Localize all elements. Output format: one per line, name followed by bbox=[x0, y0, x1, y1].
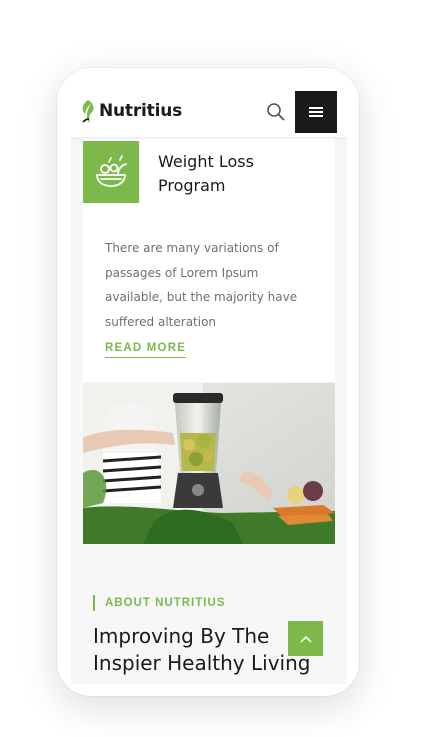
menu-button[interactable] bbox=[295, 91, 337, 133]
salad-bowl-icon bbox=[96, 155, 127, 187]
description-line: available, but the majority have bbox=[105, 290, 298, 304]
service-card-header: Weight Loss Program bbox=[83, 138, 335, 214]
service-card-body: There are many variations of passages of… bbox=[83, 214, 335, 382]
service-icon-box bbox=[83, 141, 139, 203]
about-section-label: ABOUT NUTRITIUS bbox=[93, 595, 225, 611]
description-line: passages of Lorem Ipsum bbox=[105, 265, 259, 280]
description-line: suffered alteration bbox=[105, 314, 217, 329]
search-icon[interactable] bbox=[266, 102, 286, 122]
read-more-link[interactable]: READ MORE bbox=[105, 342, 187, 358]
service-title-line: Program bbox=[158, 176, 226, 195]
service-description: There are many variations of passages of… bbox=[105, 236, 305, 334]
brand-name: Nutritius bbox=[99, 101, 183, 121]
mobile-screen: Nutritius Weight Loss Program There are … bbox=[71, 86, 347, 684]
service-title-line: Weight Loss bbox=[158, 152, 254, 171]
service-title: Weight Loss Program bbox=[158, 150, 308, 198]
scroll-to-top-button[interactable] bbox=[288, 621, 323, 656]
hamburger-menu-icon bbox=[309, 105, 323, 119]
brand-logo[interactable]: Nutritius bbox=[80, 98, 182, 124]
leaf-logo-icon bbox=[82, 100, 94, 123]
blender-photo bbox=[83, 383, 335, 544]
description-line: There are many variations of bbox=[105, 241, 279, 255]
site-header: Nutritius bbox=[71, 86, 347, 138]
chevron-up-icon bbox=[299, 635, 312, 643]
